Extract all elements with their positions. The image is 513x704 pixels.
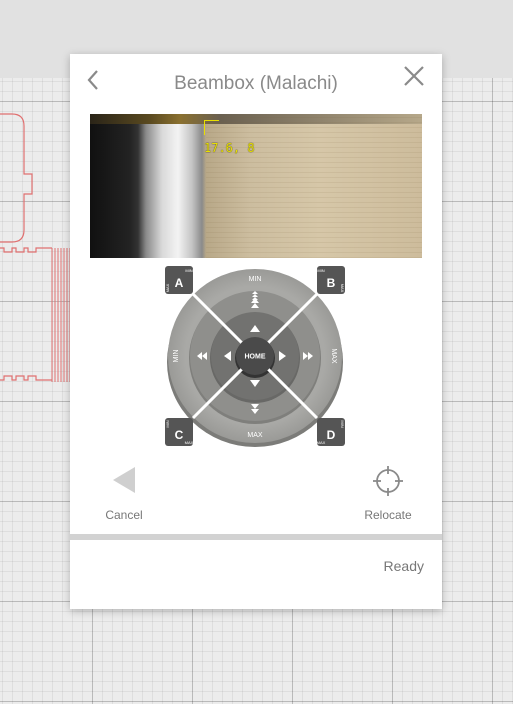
dialog-title: Beambox (Malachi) bbox=[174, 73, 338, 94]
corner-d-side: MAX bbox=[317, 440, 326, 445]
corner-button-c[interactable]: C MIN MAX bbox=[165, 418, 194, 446]
corner-d-letter: D bbox=[327, 428, 336, 442]
close-icon[interactable] bbox=[402, 64, 426, 88]
crosshair-marker bbox=[204, 120, 219, 135]
relocate-label: Relocate bbox=[364, 508, 412, 522]
corner-c-top: MIN bbox=[165, 420, 170, 427]
tabbed-edge-outline-bottom bbox=[0, 375, 52, 381]
tabbed-edge-outline bbox=[0, 247, 52, 253]
outer-right-label: MAX bbox=[330, 348, 337, 364]
camera-relocate-dialog: Beambox (Malachi) 17.6, 8 HOME MIN MAX M… bbox=[70, 54, 442, 609]
corner-a-top: MIN bbox=[185, 268, 192, 273]
corner-button-b[interactable]: B MIN MAX bbox=[317, 266, 345, 294]
dialog-header: Beambox (Malachi) bbox=[70, 54, 442, 112]
outer-left-label: MIN bbox=[173, 350, 180, 363]
corner-d-top: MIN bbox=[340, 420, 345, 427]
corner-button-a[interactable]: A MIN MAX bbox=[165, 266, 193, 294]
corner-button-d[interactable]: D MIN MAX bbox=[317, 418, 345, 446]
progress-divider bbox=[70, 534, 442, 540]
outer-bottom-label: MAX bbox=[247, 432, 263, 439]
corner-a-side: MAX bbox=[165, 283, 170, 292]
status-text: Ready bbox=[383, 558, 424, 574]
rounded-shape-outline bbox=[0, 113, 33, 243]
camera-preview[interactable]: 17.6, 8 bbox=[90, 114, 422, 258]
living-hinge-pattern bbox=[51, 248, 70, 382]
relocate-button[interactable]: Relocate bbox=[356, 464, 420, 522]
cancel-triangle-icon bbox=[113, 467, 135, 493]
corner-c-letter: C bbox=[175, 428, 184, 442]
corner-c-side: MAX bbox=[185, 440, 194, 445]
corner-b-side: MAX bbox=[340, 284, 345, 293]
crosshair-icon bbox=[373, 466, 403, 496]
home-label: HOME bbox=[245, 354, 266, 361]
cancel-label: Cancel bbox=[105, 508, 143, 522]
jog-control: HOME MIN MAX MIN MAX A MIN MAX B MIN MAX… bbox=[165, 266, 345, 447]
cancel-button[interactable]: Cancel bbox=[98, 466, 150, 522]
design-canvas-shapes bbox=[0, 113, 70, 382]
corner-b-letter: B bbox=[327, 276, 336, 290]
wood-grain bbox=[206, 114, 422, 258]
outer-top-label: MIN bbox=[249, 276, 262, 283]
corner-b-top: MIN bbox=[317, 268, 324, 273]
position-readout: 17.6, 8 bbox=[204, 141, 255, 155]
corner-a-letter: A bbox=[175, 276, 184, 290]
